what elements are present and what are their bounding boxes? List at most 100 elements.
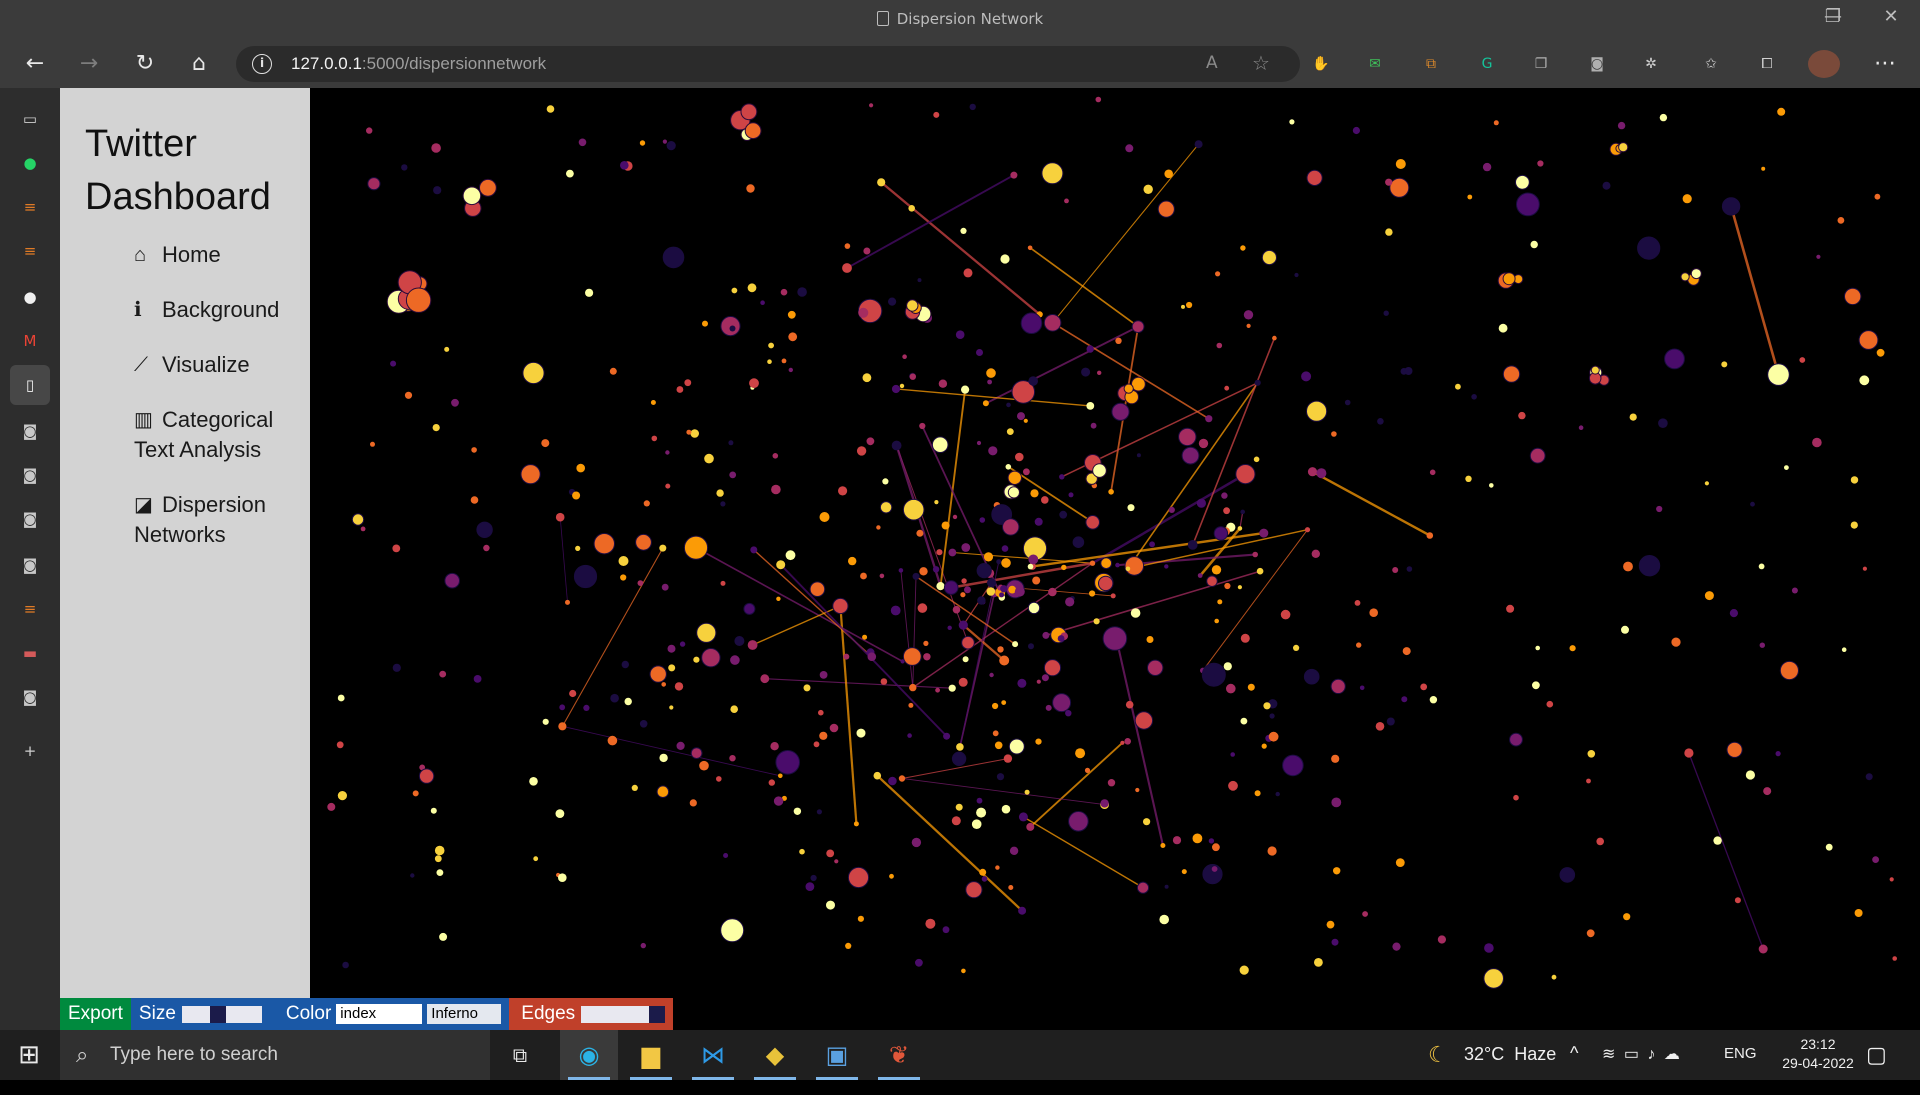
network-node[interactable] [1874, 193, 1881, 200]
network-node[interactable] [609, 367, 617, 375]
network-node[interactable] [1779, 660, 1800, 681]
network-node[interactable] [1023, 468, 1030, 476]
network-node[interactable] [999, 655, 1010, 666]
network-node[interactable] [1664, 348, 1685, 370]
network-node[interactable] [1095, 96, 1102, 103]
network-node[interactable] [1160, 843, 1166, 848]
network-node[interactable] [1532, 681, 1540, 690]
network-node[interactable] [1254, 790, 1261, 797]
network-node[interactable] [899, 383, 905, 389]
network-node[interactable] [780, 288, 788, 296]
network-node[interactable] [1404, 367, 1413, 375]
network-node[interactable] [1072, 536, 1085, 549]
network-node[interactable] [936, 582, 945, 591]
network-node[interactable] [1159, 914, 1169, 925]
network-node[interactable] [902, 647, 922, 666]
network-node[interactable] [1758, 944, 1768, 954]
network-node[interactable] [778, 773, 783, 779]
network-node[interactable] [1027, 245, 1033, 251]
network-node[interactable] [618, 556, 629, 566]
network-node[interactable] [1876, 348, 1885, 357]
network-node[interactable] [961, 385, 970, 394]
network-node[interactable] [1889, 877, 1894, 882]
network-node[interactable] [1108, 489, 1114, 495]
network-node[interactable] [1263, 702, 1271, 710]
network-node[interactable] [829, 723, 839, 733]
network-node[interactable] [1223, 662, 1232, 671]
network-node[interactable] [1068, 811, 1089, 832]
ext-crop-icon[interactable]: ⧉ [1420, 53, 1442, 75]
network-node[interactable] [1034, 517, 1043, 526]
network-node[interactable] [1124, 738, 1131, 745]
camera-icon-1[interactable]: ◙ [19, 420, 41, 442]
network-node[interactable] [805, 882, 815, 891]
network-node[interactable] [1377, 418, 1384, 425]
network-node[interactable] [720, 501, 726, 507]
network-node[interactable] [960, 227, 967, 234]
network-node[interactable] [1205, 415, 1213, 423]
network-node[interactable] [1194, 140, 1203, 149]
network-node[interactable] [882, 478, 889, 485]
network-node[interactable] [1289, 119, 1295, 125]
network-node[interactable] [858, 307, 869, 318]
network-node[interactable] [873, 771, 882, 780]
network-node[interactable] [659, 544, 667, 552]
network-node[interactable] [360, 526, 366, 532]
network-node[interactable] [643, 500, 650, 507]
network-node[interactable] [1386, 717, 1395, 726]
network-node[interactable] [1551, 974, 1557, 980]
network-node[interactable] [955, 330, 965, 339]
network-node[interactable] [370, 441, 375, 447]
network-node[interactable] [962, 656, 969, 663]
network-hub-node[interactable] [744, 122, 762, 140]
network-node[interactable] [558, 722, 567, 731]
network-node[interactable] [1375, 722, 1385, 731]
network-node[interactable] [1596, 837, 1604, 846]
network-node[interactable] [1226, 683, 1236, 694]
network-node[interactable] [931, 436, 949, 454]
forward-button[interactable]: → [72, 48, 106, 80]
network-node[interactable] [730, 705, 738, 713]
network-node[interactable] [951, 816, 961, 826]
network-node[interactable] [934, 500, 939, 505]
network-node[interactable] [999, 592, 1005, 598]
show-hidden-icons-button[interactable]: ^ [1570, 1043, 1578, 1093]
network-node[interactable] [995, 865, 1000, 870]
network-node[interactable] [686, 429, 692, 435]
network-hub-node[interactable] [479, 178, 497, 197]
network-node[interactable] [1026, 822, 1035, 831]
network-node[interactable] [1247, 683, 1255, 691]
sidebar-item-categorical[interactable]: ▥ Categorical Text Analysis [134, 405, 294, 465]
photos-icon[interactable]: ▣ [808, 1030, 866, 1080]
network-node[interactable] [701, 648, 721, 668]
network-node[interactable] [689, 799, 697, 807]
network-node[interactable] [1215, 271, 1221, 277]
network-node[interactable] [1135, 787, 1140, 793]
network-node[interactable] [1272, 335, 1277, 341]
network-node[interactable] [845, 942, 852, 950]
network-hub-node[interactable] [1502, 272, 1516, 286]
weather-widget[interactable]: ☾ 32°C Haze [1424, 1030, 1584, 1080]
network-node[interactable] [1484, 943, 1494, 953]
network-node[interactable] [916, 529, 924, 537]
settings-menu-button[interactable]: ⋯ [1868, 48, 1902, 80]
network-node[interactable] [1197, 573, 1203, 578]
network-node[interactable] [1102, 626, 1128, 651]
network-node[interactable] [1143, 818, 1151, 826]
network-node[interactable] [891, 440, 902, 451]
network-node[interactable] [676, 386, 684, 393]
network-node[interactable] [1306, 400, 1328, 422]
network-node[interactable] [961, 578, 967, 584]
network-node[interactable] [1331, 431, 1337, 437]
network-node[interactable] [768, 779, 775, 786]
network-node[interactable] [1493, 120, 1499, 126]
network-node[interactable] [1362, 911, 1368, 917]
camera-icon-2[interactable]: ◙ [19, 464, 41, 486]
home-button[interactable]: ⌂ [182, 48, 216, 80]
network-node[interactable] [1586, 778, 1591, 784]
network-node[interactable] [1482, 162, 1492, 172]
network-node[interactable] [1267, 846, 1277, 856]
network-node[interactable] [470, 496, 479, 504]
network-node[interactable] [1187, 540, 1198, 550]
network-node[interactable] [433, 186, 442, 195]
